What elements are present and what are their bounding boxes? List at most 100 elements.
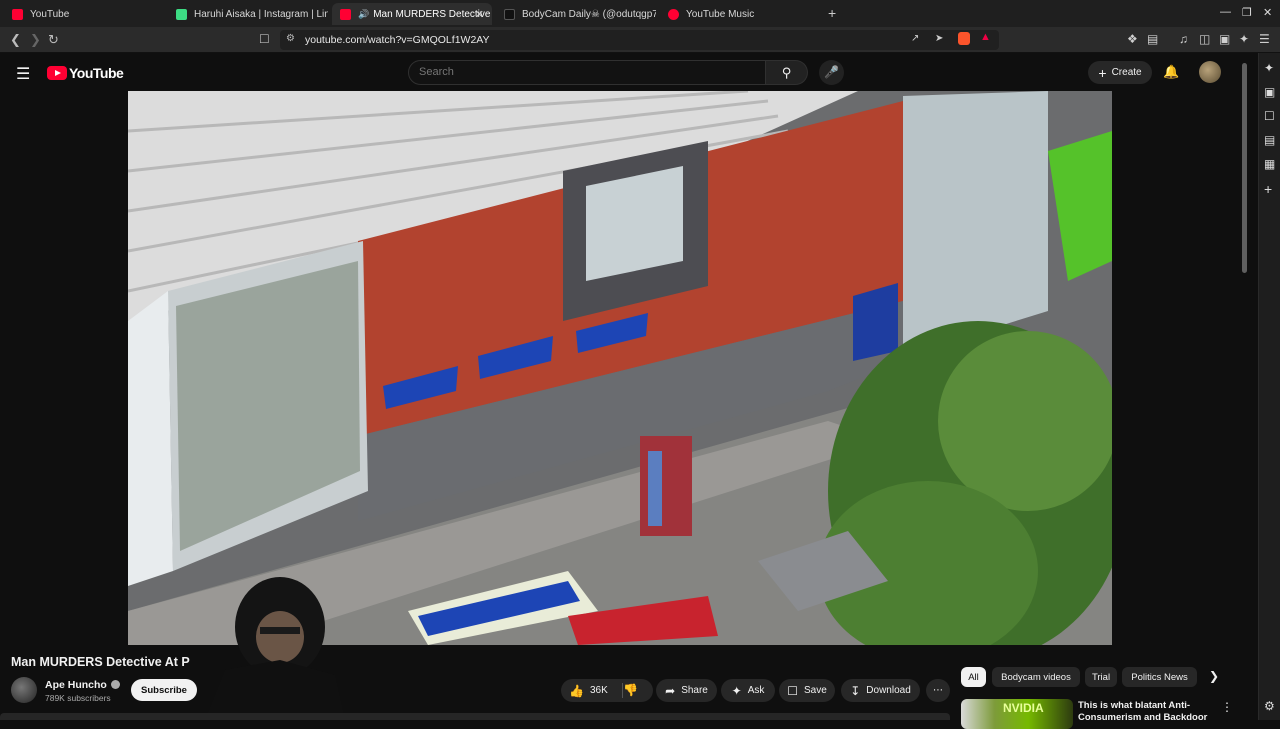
- hamburger-menu-icon[interactable]: ☰: [16, 64, 30, 84]
- sidebar-toggle-icon[interactable]: ◫: [1199, 32, 1210, 46]
- save-button[interactable]: ☐ Save: [779, 679, 835, 702]
- bookmark-icon: ☐: [787, 683, 798, 698]
- history-icon[interactable]: ▦: [1264, 157, 1275, 171]
- brave-shield-icon[interactable]: [958, 32, 970, 45]
- share-label: Share: [681, 685, 708, 696]
- more-vertical-icon[interactable]: ⋮: [1221, 700, 1233, 714]
- chip-politics-news[interactable]: Politics News: [1122, 667, 1197, 687]
- forward-icon[interactable]: ❯: [30, 32, 41, 48]
- chip-bodycam-videos[interactable]: Bodycam videos: [992, 667, 1080, 687]
- youtube-play-icon: [47, 66, 67, 80]
- sparkle-icon: ✦: [731, 683, 742, 698]
- logo-text: YouTube: [69, 65, 124, 81]
- tiktok-favicon-icon: [504, 8, 515, 20]
- download-icon: ↧: [850, 683, 861, 698]
- page-scrollbar[interactable]: [1242, 63, 1247, 273]
- create-label: Create: [1111, 67, 1142, 78]
- verified-badge-icon: [110, 680, 120, 689]
- recommendation-thumbnail[interactable]: NVIDIA: [961, 699, 1073, 729]
- more-actions-button[interactable]: ⋯: [926, 679, 950, 702]
- tab-search-icon[interactable]: ▤: [1147, 32, 1158, 46]
- description-panel-edge: [0, 713, 950, 720]
- chip-trial[interactable]: Trial: [1085, 667, 1117, 687]
- send-icon[interactable]: ➤: [935, 33, 943, 44]
- like-count: 36K: [589, 685, 608, 696]
- tab-label: BodyCam Daily☠ (@odutqgp71: [522, 8, 656, 20]
- menu-icon[interactable]: ☰: [1259, 32, 1270, 46]
- minimize-icon[interactable]: —: [1220, 6, 1231, 18]
- recommendation-title[interactable]: This is what blatant Anti-Consumerism an…: [1078, 700, 1213, 724]
- search-button[interactable]: ⚲: [766, 60, 808, 85]
- more-horizontal-icon: ⋯: [933, 685, 943, 696]
- youtube-favicon-icon: [12, 8, 23, 20]
- channel-avatar[interactable]: [11, 677, 37, 703]
- browser-tab-bar: YouTube Haruhi Aisaka | Instagram | Lin …: [0, 0, 1280, 27]
- speaker-icon[interactable]: 🔊: [358, 9, 369, 20]
- back-icon[interactable]: ❮: [10, 32, 21, 48]
- like-button[interactable]: 👍 36K: [569, 684, 608, 698]
- tab-current-video[interactable]: 🔊 Man MURDERS Detective ✕: [332, 3, 492, 25]
- tab-label: YouTube Music: [686, 8, 755, 20]
- ask-label: Ask: [747, 685, 765, 696]
- leo-icon[interactable]: ✦: [1264, 61, 1274, 75]
- user-avatar[interactable]: [1199, 61, 1221, 83]
- like-dislike-group: 👍 36K 👎: [561, 679, 653, 702]
- linktree-favicon-icon: [176, 8, 187, 20]
- thumbnail-text: NVIDIA: [1003, 701, 1044, 715]
- restore-icon[interactable]: ❐: [1242, 6, 1252, 19]
- settings-icon[interactable]: ⚙: [1264, 699, 1275, 713]
- tab-label: YouTube: [30, 8, 70, 20]
- address-bar[interactable]: ⚙ youtube.com/watch?v=GMQOLf1W2AY ↗ ➤ ▲: [280, 30, 999, 50]
- tab-tiktok[interactable]: BodyCam Daily☠ (@odutqgp71: [496, 3, 656, 25]
- browser-toolbar: ❮ ❯ ↻ ☐ ⚙ youtube.com/watch?v=GMQOLf1W2A…: [0, 27, 1280, 53]
- share-icon: ➦: [665, 683, 676, 698]
- bookmark-icon[interactable]: ☐: [259, 32, 270, 46]
- extensions-icon[interactable]: ❖: [1127, 32, 1138, 46]
- microphone-icon: 🎤: [824, 65, 839, 79]
- search-icon: ⚲: [781, 65, 792, 80]
- music-icon[interactable]: ♫: [1179, 32, 1188, 46]
- tab-label: Haruhi Aisaka | Instagram | Lin: [194, 8, 328, 20]
- tab-label: Man MURDERS Detective: [373, 8, 491, 20]
- wallet-icon[interactable]: ▣: [1219, 32, 1230, 46]
- share-button[interactable]: ➦ Share: [656, 679, 717, 702]
- reload-icon[interactable]: ↻: [48, 32, 59, 48]
- thumbs-down-icon[interactable]: 👎: [623, 683, 638, 697]
- tab-youtube-music[interactable]: YouTube Music: [660, 3, 820, 25]
- reading-list-icon[interactable]: ▤: [1264, 133, 1275, 147]
- tab-instagram[interactable]: Haruhi Aisaka | Instagram | Lin: [168, 3, 328, 25]
- chip-all[interactable]: All: [961, 667, 986, 687]
- subscribe-button[interactable]: Subscribe: [131, 679, 197, 701]
- download-button[interactable]: ↧ Download: [841, 679, 920, 702]
- new-tab-button[interactable]: +: [828, 5, 836, 21]
- video-frame: [128, 91, 1112, 645]
- leo-ai-icon[interactable]: ✦: [1239, 32, 1249, 46]
- save-label: Save: [803, 685, 827, 696]
- youtube-header: ☰ YouTube ⚲ 🎤 + Create 🔔: [0, 53, 1236, 91]
- streamer-webcam: [205, 577, 345, 720]
- search-box: [408, 60, 766, 85]
- plus-icon: +: [1098, 64, 1107, 81]
- channel-name[interactable]: Ape Huncho: [45, 679, 120, 691]
- notifications-bell-icon[interactable]: 🔔: [1163, 64, 1179, 80]
- add-panel-icon[interactable]: +: [1264, 181, 1272, 197]
- search-input[interactable]: [419, 66, 719, 78]
- youtube-favicon-icon: [340, 8, 351, 20]
- brave-rewards-icon[interactable]: ▲: [980, 31, 991, 43]
- bookmarks-icon[interactable]: ☐: [1264, 109, 1275, 123]
- channel-name-text: Ape Huncho: [45, 679, 107, 691]
- close-tab-icon[interactable]: ✕: [475, 8, 484, 21]
- url-text: youtube.com/watch?v=GMQOLf1W2AY: [305, 34, 490, 46]
- voice-search-button[interactable]: 🎤: [819, 60, 844, 85]
- wallet-icon[interactable]: ▣: [1264, 85, 1275, 99]
- youtube-logo[interactable]: YouTube: [47, 65, 124, 81]
- chevron-right-icon[interactable]: ❯: [1209, 669, 1219, 683]
- youtube-music-favicon-icon: [668, 8, 679, 20]
- close-window-icon[interactable]: ✕: [1263, 6, 1272, 19]
- create-button[interactable]: + Create: [1088, 61, 1152, 84]
- site-info-icon[interactable]: ⚙: [286, 33, 295, 44]
- tab-youtube[interactable]: YouTube: [4, 3, 164, 25]
- ask-button[interactable]: ✦ Ask: [721, 679, 775, 702]
- video-player[interactable]: [128, 91, 1112, 645]
- open-external-icon[interactable]: ↗: [911, 33, 919, 44]
